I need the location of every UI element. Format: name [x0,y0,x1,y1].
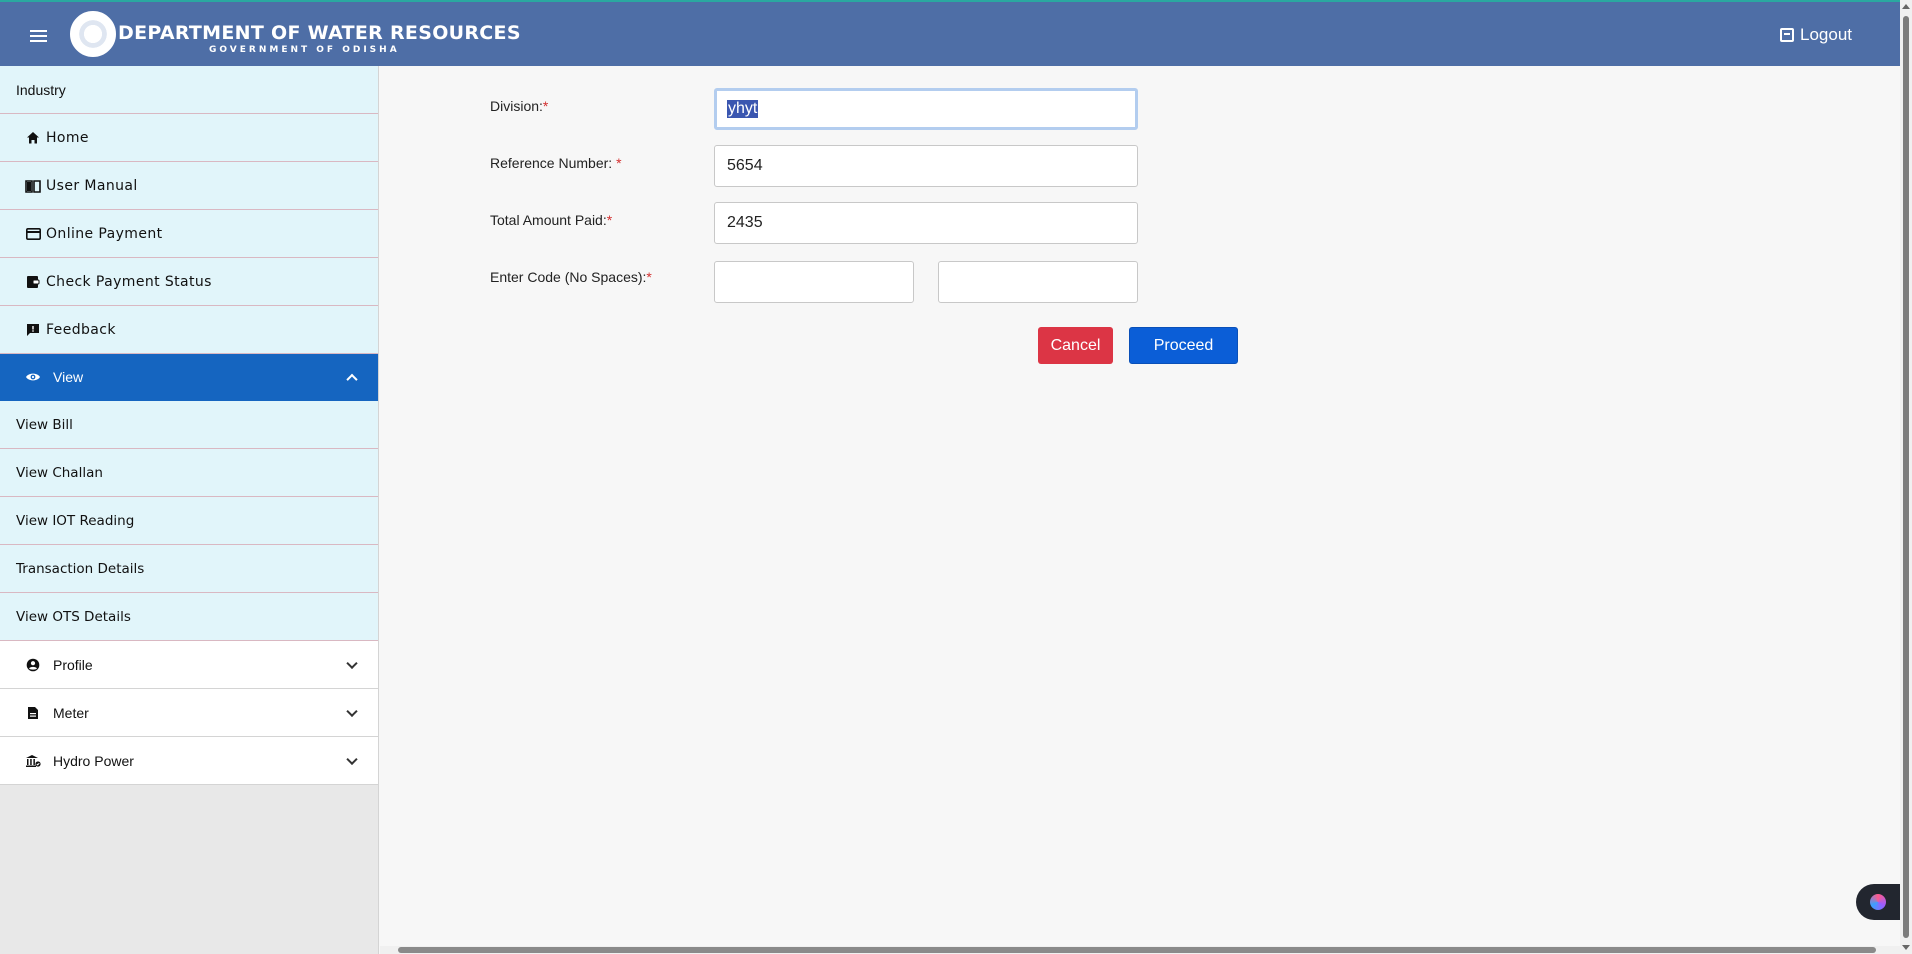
division-value: yhyt [727,100,759,118]
reference-number-label: Reference Number: * [490,155,622,171]
sidebar-item-view-iot-reading[interactable]: View IOT Reading [0,497,378,545]
chevron-up-icon [346,373,358,386]
required-mark: * [646,269,652,285]
division-label-text: Division: [490,98,543,114]
sidebar-item-label: Transaction Details [16,560,145,577]
vertical-scrollbar[interactable] [1900,0,1912,954]
required-mark: * [606,212,613,228]
horizontal-scrollbar[interactable] [380,946,1900,954]
division-field[interactable]: yhyt [714,88,1138,130]
hamburger-menu-icon[interactable] [30,30,47,42]
required-mark: * [542,98,549,114]
sidebar-group-profile[interactable]: Profile [0,641,378,689]
sidebar-section-label: Industry [16,81,66,98]
eye-icon [25,369,41,385]
sidebar-item-label: View Bill [16,416,73,433]
sidebar-item-online-payment[interactable]: Online Payment [0,210,378,258]
sidebar-item-view-bill[interactable]: View Bill [0,401,378,449]
sidebar-item-feedback[interactable]: Feedback [0,306,378,354]
chevron-down-icon [346,753,358,765]
building-icon [25,753,41,769]
document-icon [25,705,41,721]
logout-label: Logout [1800,25,1852,44]
reference-number-value: 5654 [727,157,763,174]
sidebar-item-label: View IOT Reading [16,512,135,529]
scroll-up-arrow-icon[interactable] [1902,4,1910,9]
proceed-button[interactable]: Proceed [1129,327,1238,364]
reference-label-text: Reference Number: [490,155,617,171]
chevron-down-icon [346,657,358,669]
sidebar: Industry Home User Manual Online Payment… [0,66,379,954]
cancel-button[interactable]: Cancel [1038,327,1113,364]
total-amount-label: Total Amount Paid:* [490,212,612,228]
sidebar-group-label: Profile [53,656,93,673]
sidebar-item-view-challan[interactable]: View Challan [0,449,378,497]
assistant-icon [1870,894,1886,910]
sidebar-item-label: User Manual [46,177,138,194]
sidebar-item-home[interactable]: Home [0,114,378,162]
sidebar-item-transaction-details[interactable]: Transaction Details [0,545,378,593]
receipt-icon [25,274,41,290]
captcha-input-field[interactable] [938,261,1138,303]
sidebar-group-hydro-power[interactable]: Hydro Power [0,737,378,785]
sidebar-group-view[interactable]: View [0,354,378,401]
user-circle-icon [25,657,41,673]
division-label: Division:* [490,98,548,114]
sidebar-section-industry: Industry [0,66,378,114]
floating-assistant-button[interactable] [1856,884,1900,920]
sidebar-item-label: Online Payment [46,225,163,242]
total-amount-field[interactable]: 2435 [714,202,1138,244]
sidebar-item-label: Feedback [46,321,116,338]
app-subtitle: GOVERNMENT OF ODISHA [209,45,400,55]
book-icon [25,178,41,194]
payment-form: Division:* yhyt Reference Number: * 5654… [380,66,1900,946]
total-amount-value: 2435 [727,214,763,231]
reference-number-field[interactable]: 5654 [714,145,1138,187]
top-header: DEPARTMENT OF WATER RESOURCES GOVERNMENT… [0,0,1900,66]
horizontal-scroll-thumb[interactable] [398,947,1876,953]
chevron-down-icon [346,705,358,717]
sidebar-item-label: View OTS Details [16,608,131,625]
feedback-icon [25,322,41,338]
logout-button[interactable]: Logout [1780,25,1852,45]
sidebar-group-label: Meter [53,704,89,721]
logout-icon [1780,28,1794,42]
sidebar-group-meter[interactable]: Meter [0,689,378,737]
sidebar-group-label: Hydro Power [53,752,134,769]
sidebar-item-label: Home [46,129,89,146]
captcha-display-box [714,261,914,303]
sidebar-item-check-payment-status[interactable]: Check Payment Status [0,258,378,306]
scroll-down-arrow-icon[interactable] [1902,945,1910,950]
sidebar-item-user-manual[interactable]: User Manual [0,162,378,210]
enter-code-label: Enter Code (No Spaces):* [490,269,652,285]
credit-card-icon [25,226,41,242]
code-label-text: Enter Code (No Spaces): [490,269,647,285]
home-icon [25,130,41,146]
sidebar-item-label: Check Payment Status [46,273,212,290]
amount-label-text: Total Amount Paid: [490,212,607,228]
sidebar-group-label: View [53,369,84,385]
required-mark: * [616,155,622,171]
odisha-emblem-logo [70,11,116,57]
sidebar-item-view-ots-details[interactable]: View OTS Details [0,593,378,641]
vertical-scroll-thumb[interactable] [1903,16,1909,938]
sidebar-item-label: View Challan [16,464,103,481]
app-title: DEPARTMENT OF WATER RESOURCES [118,22,521,44]
